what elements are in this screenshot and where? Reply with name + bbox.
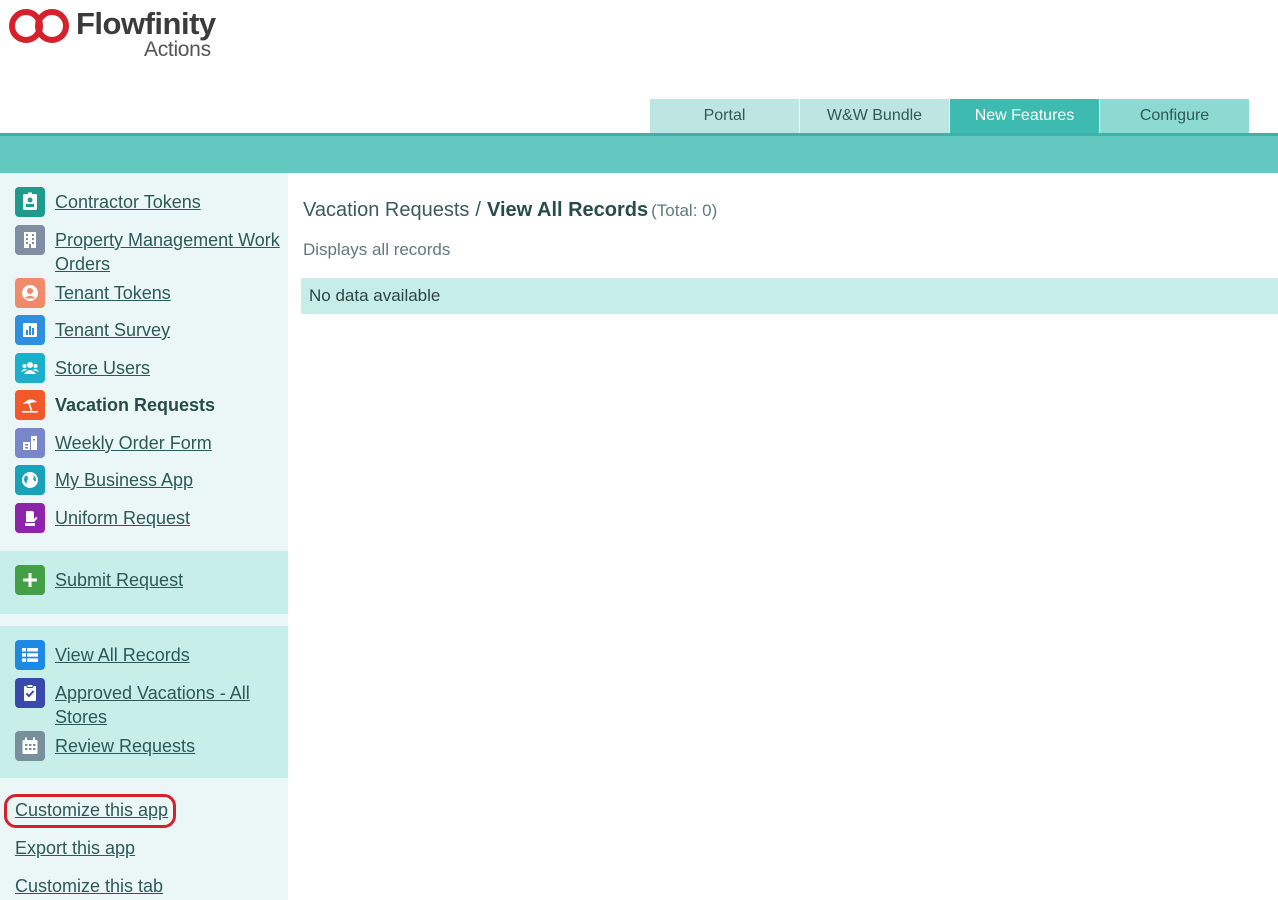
sidebar-item-label[interactable]: Weekly Order Form	[55, 428, 280, 455]
sidebar-item-label[interactable]: Uniform Request	[55, 503, 280, 530]
sidebar-item-label[interactable]: Approved Vacations - All Stores	[55, 678, 280, 729]
sidebar-item-store-users[interactable]: Store Users	[15, 353, 280, 383]
highlight-annotation	[4, 794, 176, 828]
user-circle-icon	[15, 278, 45, 308]
sidebar-item-label[interactable]: Property Management Work Orders	[55, 225, 280, 276]
sidebar-item-uniform-request[interactable]: Uniform Request	[15, 503, 280, 533]
globe-icon	[15, 465, 45, 495]
beach-umbrella-icon	[15, 390, 45, 420]
sidebar-item-label[interactable]: Store Users	[55, 353, 280, 380]
breadcrumb: Vacation Requests / View All Records (Total…	[303, 199, 717, 222]
sidebar-item-my-business-app[interactable]: My Business App	[15, 465, 280, 495]
sidebar-item-label[interactable]: Submit Request	[55, 565, 280, 592]
tab-configure[interactable]: Configure	[1100, 99, 1250, 133]
page-title: View All Records	[486, 199, 649, 221]
building-icon	[15, 225, 45, 255]
flowfinity-logo[interactable]: Flowfinity Actions	[8, 6, 218, 62]
tab-content-bar	[0, 133, 1278, 173]
brand-name: Flowfinity	[76, 6, 216, 41]
tab-new-features[interactable]: New Features	[950, 99, 1100, 133]
list-icon	[15, 640, 45, 670]
order-form-icon	[15, 428, 45, 458]
sidebar-item-label[interactable]: Review Requests	[55, 731, 280, 758]
plus-icon	[15, 565, 45, 595]
actions-panel: Submit Request	[0, 551, 288, 614]
sidebar-item-review-requests[interactable]: Review Requests	[15, 731, 280, 761]
sidebar-item-submit-request[interactable]: Submit Request	[15, 565, 280, 595]
sidebar-item-label[interactable]: My Business App	[55, 465, 280, 492]
sidebar-item-view-all-records[interactable]: View All Records	[15, 640, 280, 670]
sidebar-item-tenant-tokens[interactable]: Tenant Tokens	[15, 278, 280, 308]
calendar-icon	[15, 731, 45, 761]
view-description: Displays all records	[303, 240, 451, 259]
tab-ww-bundle[interactable]: W&W Bundle	[800, 99, 950, 133]
sidebar-item-label[interactable]: Tenant Tokens	[55, 278, 280, 305]
sidebar: Contractor Tokens Property Management Wo…	[0, 173, 288, 900]
export-app-link[interactable]: Export this app	[15, 836, 135, 860]
id-badge-icon	[15, 187, 45, 217]
sidebar-item-label[interactable]: Contractor Tokens	[55, 187, 280, 214]
top-tabs: Portal W&W Bundle New Features Configure	[650, 99, 1250, 133]
bar-chart-icon	[15, 315, 45, 345]
main-content: Vacation Requests / View All Records (Total…	[288, 173, 1278, 900]
record-total: (Total: 0)	[651, 201, 718, 220]
tab-portal[interactable]: Portal	[650, 99, 800, 133]
customize-tab-link[interactable]: Customize this tab	[15, 874, 163, 898]
breadcrumb-separator: /	[475, 199, 481, 221]
views-panel: View All Records Approved Vacations - Al…	[0, 626, 288, 778]
sidebar-item-label[interactable]: View All Records	[55, 640, 280, 667]
logo-mark-icon	[9, 9, 69, 43]
sidebar-item-approved-vacations[interactable]: Approved Vacations - All Stores	[15, 678, 280, 729]
sidebar-item-property-management[interactable]: Property Management Work Orders	[15, 225, 280, 276]
sidebar-item-contractor-tokens[interactable]: Contractor Tokens	[15, 187, 280, 217]
empty-state-row: No data available	[301, 278, 1278, 314]
brand-product: Actions	[144, 38, 211, 61]
breadcrumb-parent[interactable]: Vacation Requests	[303, 199, 469, 221]
sidebar-item-tenant-survey[interactable]: Tenant Survey	[15, 315, 280, 345]
users-icon	[15, 353, 45, 383]
clipboard-check-icon	[15, 678, 45, 708]
app-header: Flowfinity Actions Portal W&W Bundle New…	[0, 0, 1278, 133]
sidebar-item-label[interactable]: Vacation Requests	[55, 390, 280, 417]
sidebar-item-vacation-requests[interactable]: Vacation Requests	[15, 390, 280, 420]
mitten-icon	[15, 503, 45, 533]
sidebar-item-weekly-order-form[interactable]: Weekly Order Form	[15, 428, 280, 458]
sidebar-item-label[interactable]: Tenant Survey	[55, 315, 280, 342]
